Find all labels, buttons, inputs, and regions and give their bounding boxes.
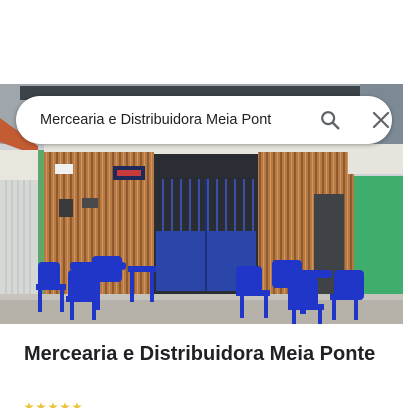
star-icon: [36, 402, 46, 408]
place-title: Mercearia e Distribuidora Meia Ponte: [24, 343, 376, 365]
search-button[interactable]: [316, 106, 344, 134]
close-icon: [372, 111, 390, 129]
search-bar[interactable]: Mercearia e Distribuidora Meia Pont: [16, 96, 392, 144]
star-icon: [24, 402, 34, 408]
star-icon: [60, 402, 70, 408]
search-input[interactable]: Mercearia e Distribuidora Meia Pont: [40, 96, 304, 144]
star-icon: [48, 402, 58, 408]
close-button[interactable]: [367, 106, 395, 134]
rating-stars: [24, 402, 82, 408]
search-icon: [321, 111, 340, 130]
star-icon: [72, 402, 82, 408]
